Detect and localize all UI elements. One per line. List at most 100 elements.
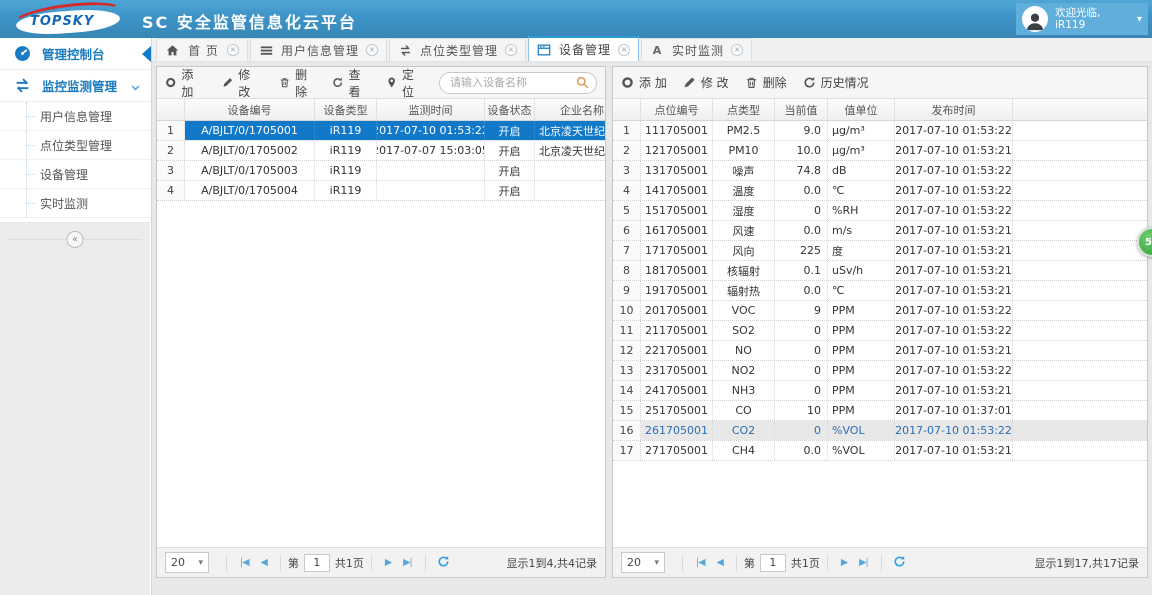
column-header[interactable]: 设备类型	[315, 99, 377, 120]
cell-point-type: 辐射热	[713, 281, 775, 300]
column-header[interactable]: 值单位	[828, 99, 895, 120]
sidebar-item-user-info[interactable]: 用户信息管理	[0, 102, 151, 131]
column-header[interactable]: 设备状态	[485, 99, 535, 120]
row-number: 7	[613, 241, 641, 260]
tab-point-type[interactable]: 点位类型管理 ×	[389, 38, 527, 61]
search-input[interactable]	[439, 71, 597, 94]
table-row[interactable]: 3 A/BJLT/0/1705003 iR119 开启	[157, 161, 605, 181]
cell-unit: uSv/h	[828, 261, 895, 280]
table-row[interactable]: 8 181705001 核辐射 0.1 uSv/h 2017-07-10 01:…	[613, 261, 1147, 281]
sidebar-item-point-type[interactable]: 点位类型管理	[0, 131, 151, 160]
cell-unit: PPM	[828, 361, 895, 380]
page-size-select[interactable]: 20 ▾	[165, 552, 209, 573]
add-button[interactable]: 添 加	[165, 67, 206, 100]
cell-unit: PPM	[828, 401, 895, 420]
delete-button[interactable]: 删除	[279, 67, 316, 100]
close-icon[interactable]: ×	[366, 44, 379, 56]
collapse-sidebar-button[interactable]: «	[66, 231, 84, 248]
table-row[interactable]: 11 211705001 SO2 0 PPM 2017-07-10 01:53:…	[613, 321, 1147, 341]
search-icon[interactable]	[576, 76, 589, 92]
table-row[interactable]: 12 221705001 NO 0 PPM 2017-07-10 01:53:2…	[613, 341, 1147, 361]
cell-point-id: 251705001	[641, 401, 713, 420]
table-row[interactable]: 7 171705001 风向 225 度 2017-07-10 01:53:21	[613, 241, 1147, 261]
tab-realtime[interactable]: A 实时监测 ×	[641, 38, 753, 61]
table-row[interactable]: 3 131705001 噪声 74.8 dB 2017-07-10 01:53:…	[613, 161, 1147, 181]
view-button[interactable]: 查看	[332, 67, 369, 100]
add-icon	[622, 77, 633, 88]
close-icon[interactable]: ×	[618, 43, 631, 56]
cell-current-value: 0	[775, 421, 828, 440]
tab-user-info[interactable]: 用户信息管理 ×	[250, 38, 388, 61]
cell-filler	[1013, 441, 1147, 460]
page-size-select[interactable]: 20 ▾	[621, 552, 665, 573]
cell-point-type: NH3	[713, 381, 775, 400]
column-header[interactable]: 监测时间	[377, 99, 485, 120]
refresh-icon[interactable]	[893, 555, 906, 571]
table-row[interactable]: 6 161705001 风速 0.0 m/s 2017-07-10 01:53:…	[613, 221, 1147, 241]
close-icon[interactable]: ×	[505, 44, 518, 56]
table-row[interactable]: 9 191705001 辐射热 0.0 ℃ 2017-07-10 01:53:2…	[613, 281, 1147, 301]
history-button[interactable]: 历史情况	[803, 74, 869, 91]
first-page-button[interactable]: |◀	[696, 557, 705, 568]
cell-current-value: 9.0	[775, 121, 828, 140]
column-header[interactable]: 点位编号	[641, 99, 713, 120]
table-row[interactable]: 15 251705001 CO 10 PPM 2017-07-10 01:37:…	[613, 401, 1147, 421]
column-header[interactable]: 点类型	[713, 99, 775, 120]
last-page-button[interactable]: ▶|	[859, 557, 868, 568]
locate-button[interactable]: 定位	[386, 67, 423, 100]
edit-button[interactable]: 修 改	[683, 74, 729, 91]
active-section-arrow	[142, 46, 151, 62]
sidebar-section-console[interactable]: 管理控制台	[0, 38, 151, 70]
tab-label: 首 页	[188, 43, 219, 58]
sidebar-item-device-mgmt[interactable]: 设备管理	[0, 160, 151, 189]
close-icon[interactable]: ×	[731, 44, 744, 56]
sidebar-item-label: 实时监测	[40, 196, 89, 211]
next-page-button[interactable]: ▶	[385, 557, 392, 568]
page-number-input[interactable]	[759, 553, 786, 572]
column-header[interactable]: 当前值	[775, 99, 828, 120]
table-row[interactable]: 10 201705001 VOC 9 PPM 2017-07-10 01:53:…	[613, 301, 1147, 321]
avatar[interactable]	[1022, 6, 1048, 32]
column-header[interactable]: 发布时间	[895, 99, 1013, 120]
add-button[interactable]: 添 加	[621, 74, 667, 91]
row-number: 17	[613, 441, 641, 460]
tab-home[interactable]: 首 页 ×	[156, 38, 248, 61]
delete-button[interactable]: 删除	[745, 74, 787, 91]
table-row[interactable]: 4 A/BJLT/0/1705004 iR119 开启	[157, 181, 605, 201]
table-row[interactable]: 2 121705001 PM10 10.0 μg/m³ 2017-07-10 0…	[613, 141, 1147, 161]
refresh-icon[interactable]	[437, 555, 450, 571]
rownum-header	[613, 99, 641, 120]
caret-down-icon[interactable]: ▾	[1137, 14, 1142, 25]
last-page-button[interactable]: ▶|	[403, 557, 412, 568]
table-row[interactable]: 2 A/BJLT/0/1705002 iR119 2017-07-07 15:0…	[157, 141, 605, 161]
table-row[interactable]: 13 231705001 NO2 0 PPM 2017-07-10 01:53:…	[613, 361, 1147, 381]
table-row[interactable]: 1 A/BJLT/0/1705001 iR119 2017-07-10 01:5…	[157, 121, 605, 141]
table-row[interactable]: 16 261705001 CO2 0 %VOL 2017-07-10 01:53…	[613, 421, 1147, 441]
table-row[interactable]: 17 271705001 CH4 0.0 %VOL 2017-07-10 01:…	[613, 441, 1147, 461]
tab-device-mgmt[interactable]: 设备管理 ×	[528, 36, 640, 61]
table-row[interactable]: 14 241705001 NH3 0 PPM 2017-07-10 01:53:…	[613, 381, 1147, 401]
sidebar-item-realtime[interactable]: 实时监测	[0, 189, 151, 218]
next-page-button[interactable]: ▶	[841, 557, 848, 568]
sidebar-item-label: 点位类型管理	[40, 138, 113, 153]
list-icon	[259, 43, 273, 57]
table-row[interactable]: 5 151705001 湿度 0 %RH 2017-07-10 01:53:22	[613, 201, 1147, 221]
cell-current-value: 0	[775, 201, 828, 220]
close-icon[interactable]: ×	[227, 44, 239, 56]
cell-point-type: NO2	[713, 361, 775, 380]
first-page-button[interactable]: |◀	[240, 557, 249, 568]
column-header[interactable]: 设备编号	[185, 99, 315, 120]
column-header[interactable]: 企业名称	[535, 99, 605, 120]
table-row[interactable]: 4 141705001 温度 0.0 ℃ 2017-07-10 01:53:22	[613, 181, 1147, 201]
prev-page-button[interactable]: ◀	[717, 557, 724, 568]
prev-page-button[interactable]: ◀	[261, 557, 268, 568]
page-number-input[interactable]	[303, 553, 330, 572]
user-menu[interactable]: 欢迎光临, iR119 ▾	[1016, 3, 1148, 35]
filler-header	[1013, 99, 1147, 120]
table-row[interactable]: 1 111705001 PM2.5 9.0 μg/m³ 2017-07-10 0…	[613, 121, 1147, 141]
sidebar-section-monitoring[interactable]: 监控监测管理	[0, 70, 151, 102]
trash-icon	[280, 78, 289, 88]
cell-current-value: 10	[775, 401, 828, 420]
row-number: 11	[613, 321, 641, 340]
edit-button[interactable]: 修 改	[222, 67, 263, 100]
